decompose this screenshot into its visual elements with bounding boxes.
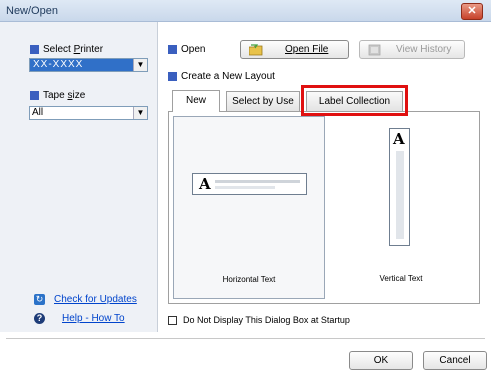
chevron-down-icon[interactable]: ▼ — [133, 59, 147, 71]
horizontal-preview: A — [192, 173, 307, 195]
bullet-square-icon — [30, 90, 39, 100]
vertical-text-option[interactable]: A Vertical Text — [327, 116, 475, 299]
vertical-preview: A — [389, 128, 410, 246]
horizontal-text-label: Horizontal Text — [222, 275, 276, 284]
cancel-button[interactable]: Cancel — [423, 351, 487, 370]
help-link[interactable]: Help - How To — [62, 313, 125, 324]
tape-size-value: All — [32, 107, 44, 118]
tape-size-select[interactable]: All ▼ — [29, 106, 148, 120]
select-printer-label: Select Printer — [30, 44, 103, 55]
startup-checkbox-label[interactable]: Do Not Display This Dialog Box at Startu… — [183, 315, 350, 325]
close-button[interactable]: ✕ — [461, 3, 483, 20]
view-history-button[interactable]: View History — [359, 40, 465, 59]
letter-a-glyph: A — [393, 130, 405, 148]
printer-value: XX-XXXX — [30, 59, 135, 71]
bullet-square-icon — [30, 44, 39, 54]
window-title: New/Open — [6, 5, 58, 17]
history-icon — [368, 44, 381, 56]
preview-line — [215, 180, 300, 183]
tab-select-by-use[interactable]: Select by Use — [226, 91, 300, 111]
check-updates-link[interactable]: Check for Updates — [54, 294, 137, 305]
horizontal-text-option[interactable]: A Horizontal Text — [173, 116, 325, 299]
open-file-label: Open File — [285, 44, 329, 55]
tab-new[interactable]: New — [172, 90, 220, 112]
vertical-text-label: Vertical Text — [379, 274, 423, 283]
tape-size-label: Tape size — [30, 90, 85, 101]
folder-icon — [249, 44, 263, 56]
new-open-dialog: New/Open ✕ Select Printer XX-XXXX ▼ Tape… — [0, 0, 491, 374]
startup-checkbox[interactable] — [168, 316, 177, 325]
printer-select[interactable]: XX-XXXX ▼ — [29, 58, 148, 72]
preview-line — [215, 186, 275, 189]
bullet-square-icon — [168, 71, 177, 81]
chevron-down-icon[interactable]: ▼ — [133, 107, 147, 119]
layout-panel: A Horizontal Text A Vertical Text — [168, 111, 480, 304]
preview-line — [396, 151, 404, 239]
create-layout-label: Create a New Layout — [168, 71, 275, 82]
view-history-label: View History — [396, 44, 452, 55]
bullet-square-icon — [168, 44, 177, 54]
open-label: Open — [168, 44, 205, 55]
help-icon[interactable]: ? — [34, 313, 45, 324]
letter-a-glyph: A — [199, 175, 211, 193]
footer-divider — [6, 338, 485, 339]
refresh-icon[interactable]: ↻ — [34, 294, 45, 305]
ok-button[interactable]: OK — [349, 351, 413, 370]
title-bar: New/Open ✕ — [0, 0, 491, 22]
open-file-button[interactable]: Open File — [240, 40, 349, 59]
highlight-box — [301, 85, 408, 116]
